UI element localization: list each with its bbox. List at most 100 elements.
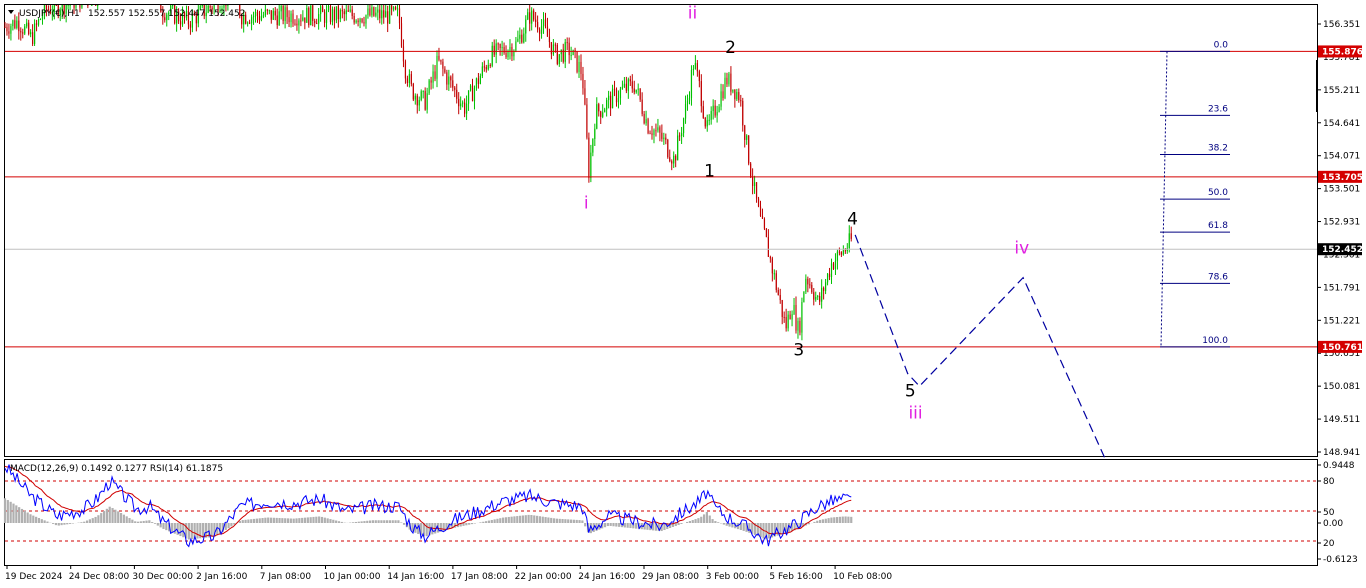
candle-body <box>270 10 272 20</box>
candle-body <box>95 5 97 6</box>
current-price-label: 152.452 <box>1322 245 1363 255</box>
candle-body <box>724 77 726 99</box>
candle-body <box>824 282 827 291</box>
candle-body <box>440 59 442 62</box>
candle-body <box>316 23 318 25</box>
candle-body <box>87 5 89 6</box>
candle-body <box>462 102 464 104</box>
fib-level-label: 23.6 <box>1208 104 1228 114</box>
price-tick-label: 155.211 <box>1323 86 1360 96</box>
candle-body <box>294 23 296 25</box>
candle-body <box>30 32 32 35</box>
candle-body <box>91 5 93 6</box>
candle-body <box>22 32 24 34</box>
candle-body <box>554 44 556 46</box>
candle-body <box>460 103 462 107</box>
candle-body <box>848 233 850 249</box>
candle-body <box>799 320 801 333</box>
candle-body <box>582 73 584 89</box>
candle-body <box>444 68 446 73</box>
candle-body <box>308 7 310 26</box>
candle-body <box>742 100 744 126</box>
candle-body <box>394 6 397 10</box>
candle-body <box>359 18 361 23</box>
candle-body <box>438 55 440 60</box>
indicator-tick-label: 50 <box>1323 508 1335 518</box>
candle-body <box>351 9 353 17</box>
candle-body <box>302 17 304 21</box>
candle-body <box>769 256 771 259</box>
candle-body <box>355 20 357 23</box>
candle-body <box>536 22 539 30</box>
candle-body <box>682 118 685 134</box>
candle-body <box>509 46 511 52</box>
candle-body <box>392 6 395 10</box>
candle-body <box>339 10 341 20</box>
candle-body <box>12 20 14 27</box>
price-tag-label: 155.876 <box>1322 47 1363 57</box>
candle-body <box>412 83 414 100</box>
candle-body <box>464 102 466 114</box>
price-tick-label: 151.791 <box>1323 283 1360 293</box>
candle-body <box>487 65 489 70</box>
candle-body <box>485 67 487 70</box>
candle-body <box>318 14 320 24</box>
candle-body <box>690 69 693 98</box>
time-tick-label: 2 Jan 16:00 <box>196 572 248 582</box>
candle-body <box>282 5 284 21</box>
indicator-frame <box>4 459 1318 566</box>
fib-level-label: 50.0 <box>1208 188 1228 198</box>
candle-body <box>637 88 639 90</box>
candle-body <box>517 38 519 42</box>
candle-body <box>746 135 748 140</box>
candle-body <box>653 130 655 136</box>
candle-body <box>763 218 766 229</box>
candle-body <box>14 20 16 28</box>
candle-body <box>385 11 387 18</box>
price-chart[interactable]: 0.023.638.250.061.878.6100.0 iii21435iii… <box>0 0 1366 588</box>
candle-body <box>428 80 430 94</box>
candle-body <box>704 117 706 127</box>
candle-body <box>542 19 545 27</box>
candle-body <box>779 295 781 301</box>
indicator-axis: 0.9448 80 500.00 20 -0.6123 <box>1317 461 1358 565</box>
time-tick-label: 30 Dec 00:00 <box>132 572 193 582</box>
candle-body <box>331 9 334 22</box>
candle-body <box>371 7 373 16</box>
ohlc-values: 152.557 152.557 152.447 152.452 <box>88 9 245 19</box>
candle-body <box>621 86 624 89</box>
candle-body <box>556 44 558 64</box>
candle-body <box>667 139 669 158</box>
candle-body <box>821 287 823 302</box>
candle-body <box>327 5 330 11</box>
candle-body <box>840 252 842 255</box>
time-tick-label: 19 Dec 2024 <box>5 572 63 582</box>
candle-body <box>643 113 645 124</box>
candle-body <box>337 6 339 20</box>
candle-body <box>278 11 280 26</box>
wave-label-5: 5 <box>905 382 916 402</box>
candle-body <box>726 77 728 85</box>
candle-body <box>491 45 493 66</box>
candle-body <box>320 6 322 15</box>
candle-body <box>752 176 754 186</box>
candle-body <box>613 88 616 90</box>
candle-body <box>272 10 274 20</box>
candle-body <box>608 95 610 101</box>
price-tick-label: 153.501 <box>1323 185 1360 195</box>
candle-body <box>357 20 359 23</box>
time-tick-label: 7 Jan 08:00 <box>260 572 312 582</box>
candle-body <box>588 137 590 179</box>
candle-body <box>627 79 629 91</box>
candle-body <box>661 132 663 139</box>
candle-body <box>568 42 570 56</box>
candle-body <box>475 78 478 89</box>
candle-body <box>850 233 852 239</box>
candle-body <box>598 104 600 112</box>
candle-body <box>736 92 738 100</box>
candle-body <box>367 8 369 16</box>
scale-handle <box>1316 60 1318 112</box>
candle-body <box>657 127 659 131</box>
candle-body <box>635 89 637 93</box>
candle-body <box>483 66 485 68</box>
